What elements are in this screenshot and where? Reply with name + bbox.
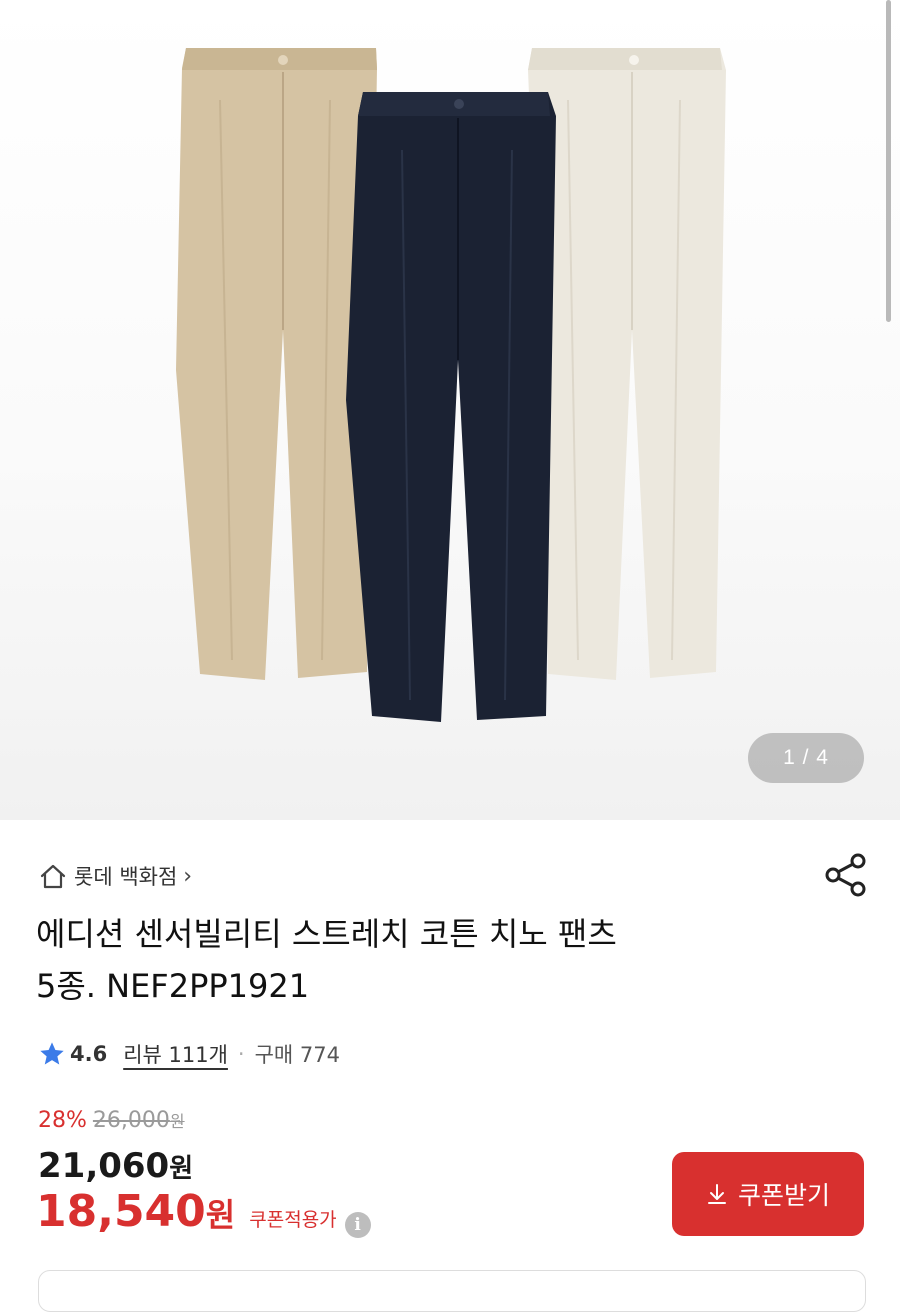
coupon-price-row: 18,540 원 쿠폰적용가 i: [36, 1186, 371, 1238]
image-page-counter: 1 / 4: [748, 733, 864, 783]
info-icon[interactable]: i: [344, 1212, 371, 1238]
ivory-pants-image: [528, 48, 726, 680]
purchase-count: 구매 774: [254, 1043, 341, 1067]
share-icon[interactable]: [824, 852, 868, 898]
review-count-link[interactable]: 리뷰 111개: [123, 1039, 228, 1069]
home-icon: [40, 864, 66, 889]
get-coupon-label: 쿠폰받기: [737, 1181, 830, 1210]
next-section-card: [38, 1270, 866, 1312]
get-coupon-button[interactable]: 쿠폰받기: [672, 1152, 864, 1236]
discount-percent: 28%: [38, 1108, 87, 1133]
star-icon: [40, 1042, 64, 1065]
navy-pants-image: [346, 92, 556, 722]
sale-price-row: 21,060 원: [38, 1146, 193, 1186]
store-name: 롯데 백화점: [74, 865, 178, 889]
separator-dot: ·: [237, 1042, 245, 1066]
discount-row: 28% 26,000 원: [38, 1108, 185, 1133]
coupon-price-unit: 원: [205, 1196, 236, 1234]
original-price-unit: 원: [169, 1112, 185, 1131]
coupon-price: 18,540: [36, 1186, 206, 1237]
store-link[interactable]: 롯데 백화점 ›: [38, 858, 192, 894]
sale-price: 21,060: [38, 1146, 170, 1186]
original-price: 26,000: [92, 1108, 170, 1133]
product-image-gallery[interactable]: 1 / 4: [0, 0, 900, 820]
chevron-right-icon: ›: [183, 863, 193, 889]
page-scrollbar[interactable]: [886, 0, 891, 322]
product-title-line-2: 5종. NEF2PP1921: [36, 967, 310, 1005]
sale-price-unit: 원: [169, 1154, 194, 1184]
product-title: 에디션 센서빌리티 스트레치 코튼 치노 팬츠 5종. NEF2PP1921: [36, 908, 836, 1012]
rating-summary: 4.6 리뷰 111개 · 구매 774: [38, 1036, 340, 1072]
product-image: [176, 48, 726, 722]
product-title-line-1: 에디션 센서빌리티 스트레치 코튼 치노 팬츠: [36, 915, 617, 953]
coupon-price-label: 쿠폰적용가: [249, 1209, 337, 1231]
rating-score: 4.6: [70, 1042, 108, 1066]
beige-pants-image: [176, 48, 377, 680]
download-icon: [707, 1184, 726, 1204]
